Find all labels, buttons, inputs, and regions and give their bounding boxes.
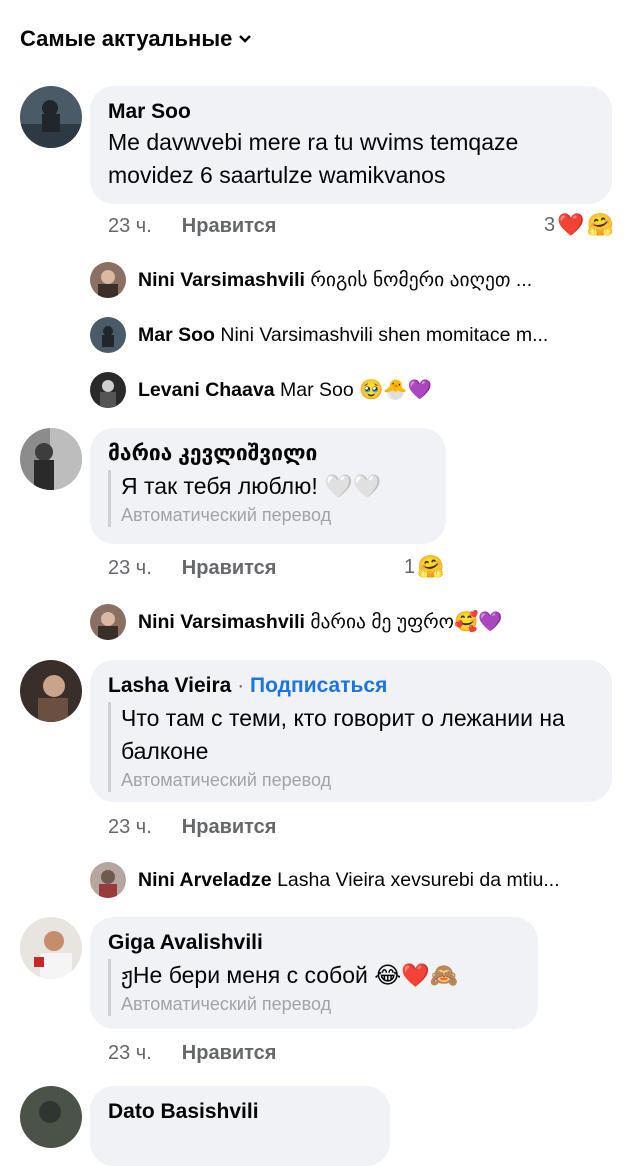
comment-author[interactable]: Mar Soo [108,98,594,126]
reply-author[interactable]: Levani Chaava [138,379,275,401]
comment-author[interactable]: Dato Basishvili [108,1098,372,1126]
care-reaction-icon: 🤗 [586,212,614,237]
avatar[interactable] [20,1086,82,1148]
comment-time[interactable]: 23 ч. [108,816,152,838]
comment-time[interactable]: 23 ч. [108,215,152,237]
reply-author[interactable]: Nini Varsimashvili [138,269,305,291]
comment-meta: 23 ч. Нравится [108,816,276,839]
comment-text: Что там с теми, кто говорит о лежании на… [121,705,565,764]
reply-item: Nini Varsimashvili რიგის ნომერი აიღეთ ..… [138,267,608,293]
chevron-down-icon [239,35,252,43]
reactions-summary[interactable]: 1 🤗 [404,554,445,580]
like-button[interactable]: Нравится [182,215,277,237]
translated-block: Я так тебя люблю! 🤍🤍 Автоматический пере… [108,470,428,527]
reply-text: Lasha Vieira xevsurebi da mtiu... [277,869,560,891]
separator-dot: · [231,674,251,697]
auto-translation-label[interactable]: Автоматический перевод [121,503,428,527]
reply-item: Nini Varsimashvili მარია მე უფრო🥰💜 [138,609,608,635]
avatar[interactable] [20,917,82,979]
reply-text: Mar Soo 🥹🐣💜 [280,379,432,401]
sort-label: Самые актуальные [20,26,233,51]
comment-meta: 23 ч. Нравится [108,215,276,238]
comment-text: Me davwvebi mere ra tu wvims temqaze mov… [108,129,519,188]
reply-author[interactable]: Mar Soo [138,324,215,346]
love-reaction-icon: ❤️ [557,212,585,237]
comment-header: Lasha Vieira · Подписаться [108,672,594,700]
reply-item: Levani Chaava Mar Soo 🥹🐣💜 [138,377,608,403]
reactions-summary[interactable]: 3 ❤️ 🤗 [544,212,614,238]
comment-bubble: Mar Soo Me davwvebi mere ra tu wvims tem… [90,86,612,204]
comment-author[interactable]: Lasha Vieira [108,674,231,697]
reply-text: Nini Varsimashvili shen momitace m... [220,324,549,346]
avatar[interactable] [90,372,126,408]
comment-meta: 23 ч. Нравится [108,1042,276,1065]
comment-author[interactable]: Giga Avalishvili [108,929,520,957]
auto-translation-label[interactable]: Автоматический перевод [121,768,594,792]
avatar[interactable] [20,428,82,490]
comment-text: ჟНе бери меня с собой 😂❤️🙈 [121,962,459,988]
reaction-count: 3 [544,213,556,236]
avatar[interactable] [90,862,126,898]
avatar[interactable] [20,86,82,148]
reply-author[interactable]: Nini Arveladze [138,869,272,891]
comment-bubble: Lasha Vieira · Подписаться Что там с тем… [90,660,612,802]
avatar[interactable] [90,317,126,353]
avatar[interactable] [90,262,126,298]
avatar[interactable] [90,604,126,640]
like-button[interactable]: Нравится [182,816,277,838]
reply-author[interactable]: Nini Varsimashvili [138,611,305,633]
like-button[interactable]: Нравится [182,1042,277,1064]
reply-text: მარია მე უფრო🥰💜 [310,611,503,633]
translated-block: Что там с теми, кто говорит о лежании на… [108,702,594,792]
follow-button[interactable]: Подписаться [250,674,387,697]
reply-item: Nini Arveladze Lasha Vieira xevsurebi da… [138,867,608,893]
comment-author[interactable]: მარია კევლიშვილი [108,440,428,468]
comment-time[interactable]: 23 ч. [108,1042,152,1064]
reply-item: Mar Soo Nini Varsimashvili shen momitace… [138,322,608,348]
comment-bubble: Giga Avalishvili ჟНе бери меня с собой 😂… [90,917,538,1029]
translated-block: ჟНе бери меня с собой 😂❤️🙈 Автоматически… [108,959,520,1016]
comment-time[interactable]: 23 ч. [108,557,152,579]
comment-bubble: მარია კევლიშვილი Я так тебя люблю! 🤍🤍 Ав… [90,428,446,544]
like-button[interactable]: Нравится [182,557,277,579]
care-reaction-icon: 🤗 [417,554,445,579]
reply-text: რიგის ნომერი აიღეთ ... [310,269,533,291]
sort-selector[interactable]: Самые актуальные [20,26,252,52]
reaction-count: 1 [404,555,416,578]
avatar[interactable] [20,660,82,722]
comment-bubble: Dato Basishvili [90,1086,390,1166]
comment-text: Я так тебя люблю! 🤍🤍 [121,473,382,499]
auto-translation-label[interactable]: Автоматический перевод [121,992,520,1016]
comment-meta: 23 ч. Нравится [108,557,276,580]
